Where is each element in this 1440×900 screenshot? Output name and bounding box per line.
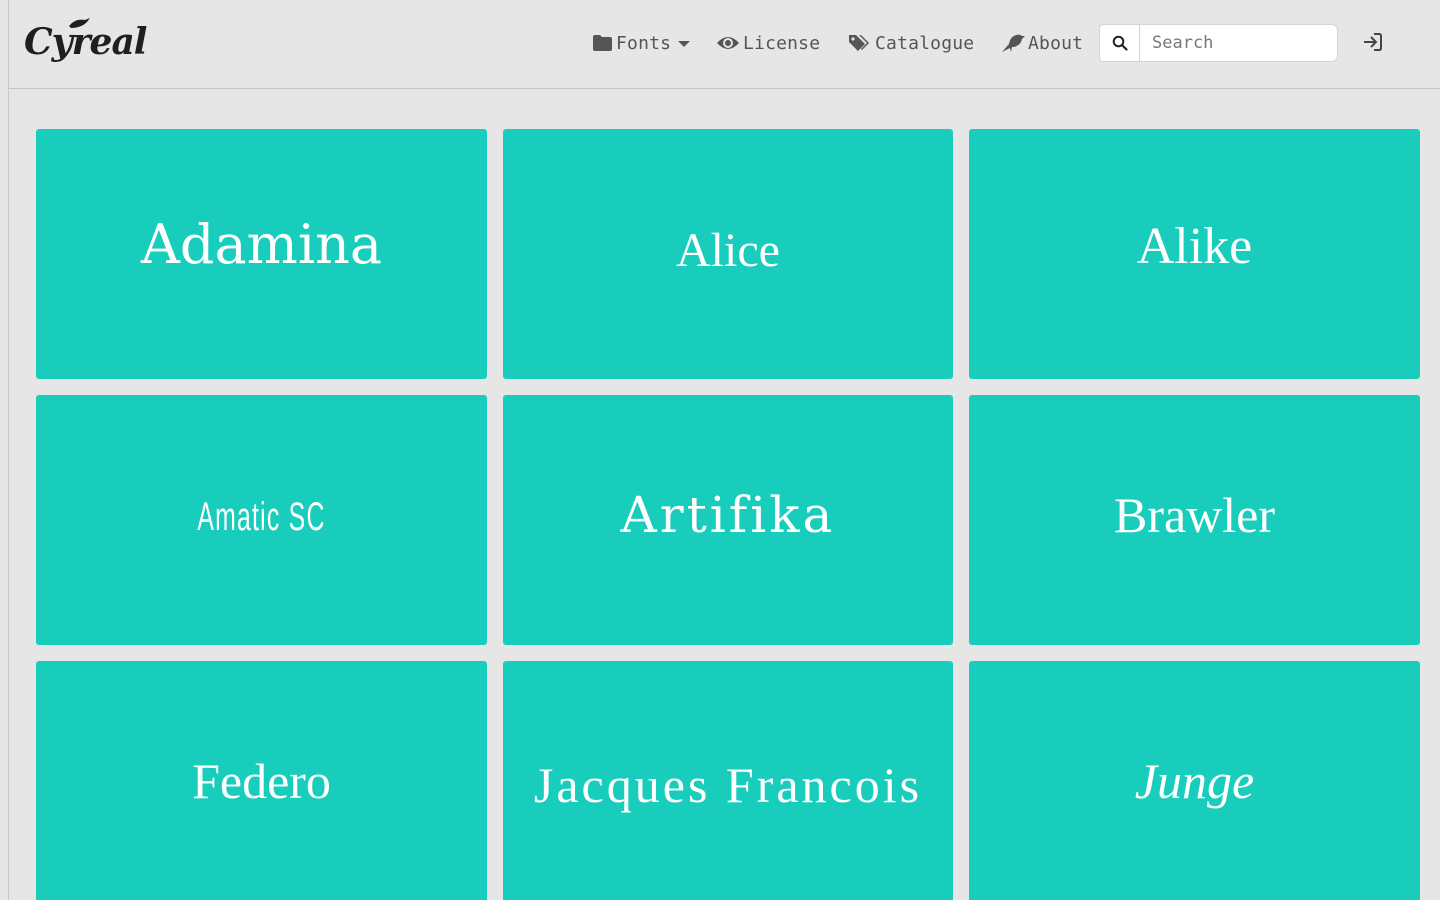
font-card-alice[interactable]: Alice [503, 129, 953, 379]
nav-about-label: About [1028, 32, 1084, 54]
bird-icon [69, 18, 90, 28]
font-card-federo[interactable]: Federo [36, 661, 487, 900]
sign-in-icon [1364, 33, 1382, 51]
tags-icon [849, 35, 869, 51]
nav-fonts-label: Fonts [616, 32, 672, 54]
chevron-down-icon [678, 41, 691, 47]
font-card-title: Adamina [140, 213, 383, 276]
nav-license[interactable]: License [716, 28, 820, 58]
site-logo[interactable]: Cyreal [24, 18, 147, 66]
font-card-title: Jacques Francois [533, 757, 923, 813]
navbar: Cyreal Fonts License Catalogue About Sea… [9, 0, 1440, 89]
nav-catalogue[interactable]: Catalogue [848, 28, 974, 58]
login-button[interactable] [1361, 30, 1385, 54]
font-card-title: Amatic SC [197, 495, 326, 539]
eye-icon [717, 37, 739, 49]
font-card-title: Junge [1134, 753, 1255, 809]
nav-about[interactable]: About [1001, 28, 1083, 58]
crow-icon [1002, 34, 1025, 52]
font-card-adamina[interactable]: Adamina [36, 129, 487, 379]
nav-catalogue-label: Catalogue [875, 32, 975, 54]
search-input[interactable] [1139, 24, 1338, 62]
font-card-title: Federo [192, 753, 331, 809]
font-card-brawler[interactable]: Brawler [969, 395, 1420, 645]
font-grid: Adamina Alice Alike Amatic SC Artifika B… [36, 129, 1420, 900]
folder-icon [593, 35, 612, 51]
nav-fonts[interactable]: Fonts [592, 28, 691, 58]
font-card-alike[interactable]: Alike [969, 129, 1420, 379]
font-card-amatic-sc[interactable]: Amatic SC [36, 395, 487, 645]
search-icon [1112, 35, 1128, 51]
font-card-title: Artifika [620, 486, 836, 544]
font-card-artifika[interactable]: Artifika [503, 395, 953, 645]
font-card-junge[interactable]: Junge [969, 661, 1420, 900]
font-card-title: Brawler [1113, 487, 1276, 543]
nav-license-label: License [743, 32, 821, 54]
page: Cyreal Fonts License Catalogue About Sea… [0, 0, 1440, 900]
font-card-title: Alike [1136, 218, 1253, 275]
search-group [1099, 24, 1338, 62]
font-card-title: Alice [676, 224, 780, 277]
page-left-border [8, 0, 9, 900]
font-card-jacques-francois[interactable]: Jacques Francois [503, 661, 953, 900]
search-button[interactable] [1099, 24, 1139, 62]
